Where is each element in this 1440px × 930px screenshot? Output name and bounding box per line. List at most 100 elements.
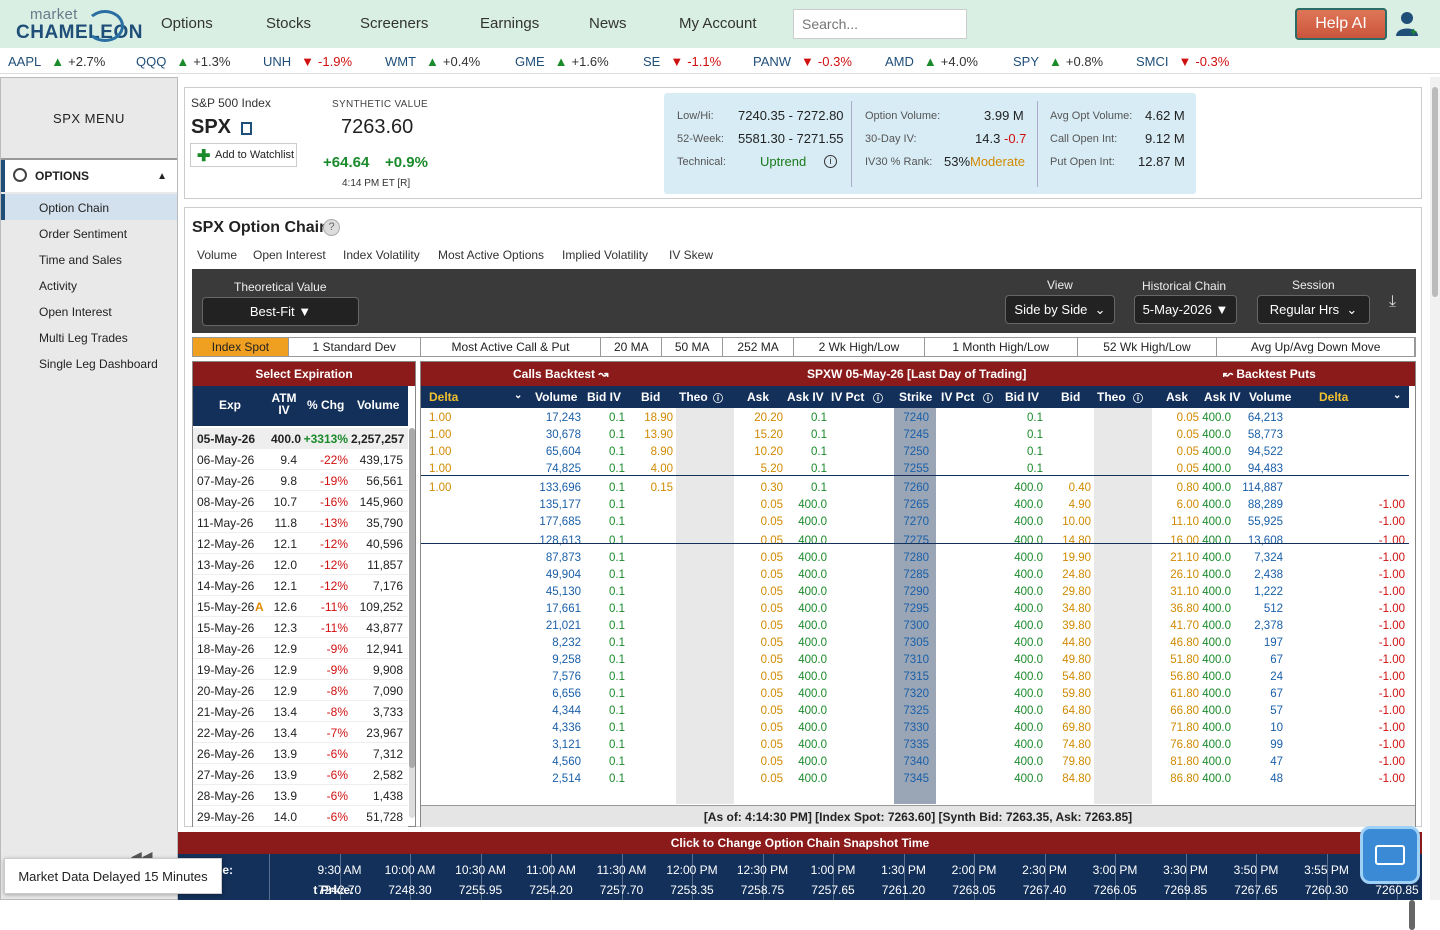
sidebar-item[interactable]: Order Sentiment [1, 220, 177, 246]
option-row[interactable]: 2,514 0.1 0.05 400.0 7345 400.0 84.80 86.80 400.… [421, 771, 1409, 788]
option-row[interactable]: 8,232 0.1 0.05 400.0 7305 400.0 44.80 46.80 400.… [421, 635, 1409, 652]
puts-backtest[interactable]: ↜ Backtest Puts [1223, 367, 1316, 381]
option-row[interactable]: 1.00 30,678 0.1 13.90 15.20 0.1 7245 0.1 0.05 400… [421, 427, 1409, 444]
option-row[interactable]: 87,873 0.1 0.05 400.0 7280 400.0 19.90 21.10 400… [421, 550, 1409, 567]
nav-screeners[interactable]: Screeners [360, 15, 428, 32]
sidebar-item[interactable]: Time and Sales [1, 246, 177, 272]
help-ai-button[interactable]: Help AI [1295, 8, 1387, 40]
col-header[interactable]: Bid IV [587, 390, 621, 404]
strike[interactable]: 7280 [899, 552, 929, 564]
ticker-item[interactable]: WMT ▲ +0.4% [385, 54, 480, 69]
ticker-item[interactable]: UNH ▼ -1.9% [263, 54, 352, 69]
snapshot-time[interactable]: 12:30 PM 7258.75 [693, 854, 788, 900]
nav-news[interactable]: News [589, 15, 627, 32]
view-select[interactable]: Side by Side ⌄ [1005, 295, 1115, 324]
overlay-option[interactable]: 20 MA [601, 338, 663, 356]
col-header[interactable]: Delta [1319, 390, 1348, 404]
col-header[interactable]: Volume [535, 390, 577, 404]
option-row[interactable]: 1.00 17,243 0.1 18.90 20.20 0.1 7240 0.1 0.05 400… [421, 410, 1409, 427]
collapse-up-icon[interactable]: ▲ [157, 171, 167, 182]
expiration-row[interactable]: 19-May-26 12.9 -9% 9,908 [193, 659, 408, 680]
add-to-watchlist-button[interactable]: ✚ Add to Watchlist [190, 143, 297, 167]
strike[interactable]: 7270 [899, 516, 929, 528]
strike[interactable]: 7240 [899, 412, 929, 424]
ticker-symbol[interactable]: SE [643, 54, 660, 69]
strike[interactable]: 7260 [899, 482, 929, 494]
col-header[interactable]: Bid [641, 390, 660, 404]
col-header[interactable]: Ask IV [787, 390, 824, 404]
expiration-row[interactable]: 07-May-26 9.8 -19% 56,561 [193, 470, 408, 491]
nav-my-account[interactable]: My Account [679, 15, 757, 32]
snapshot-time[interactable]: 3:30 PM 7269.85 [1116, 854, 1208, 900]
snapshot-time[interactable]: 3:50 PM 7267.65 [1187, 854, 1278, 900]
logo[interactable]: market CHAMELEON [16, 6, 142, 43]
sidebar-item[interactable]: Open Interest [1, 298, 177, 324]
chain-subtab[interactable]: Open Interest [253, 248, 326, 262]
col-header[interactable]: ATM IV [269, 392, 299, 416]
overlay-option[interactable]: Avg Up/Avg Down Move [1217, 338, 1415, 356]
strike[interactable]: 7345 [899, 773, 929, 785]
sidebar-section-options[interactable]: OPTIONS ▲ [1, 160, 177, 192]
strike[interactable]: 7330 [899, 722, 929, 734]
strike[interactable]: 7315 [899, 671, 929, 683]
expiration-row[interactable]: 26-May-26 13.9 -6% 7,312 [193, 743, 408, 764]
contact-button[interactable] [1360, 826, 1420, 884]
strike[interactable]: 7300 [899, 620, 929, 632]
ticker-item[interactable]: SMCI ▼ -0.3% [1136, 54, 1229, 69]
expiration-row[interactable]: 12-May-26 12.1 -12% 40,596 [193, 533, 408, 554]
col-header[interactable]: IV Pct [941, 390, 974, 404]
col-header[interactable]: Ask [1166, 390, 1188, 404]
nav-stocks[interactable]: Stocks [266, 15, 311, 32]
expiration-row[interactable]: 15-May-26 12.3 -11% 43,877 [193, 617, 408, 638]
page-scrollbar-thumb[interactable] [1432, 87, 1438, 297]
option-row[interactable]: 128,613 0.1 0.05 400.0 7275 400.0 14.80 16.00 40… [421, 533, 1409, 550]
expiration-row[interactable]: 06-May-26 9.4 -22% 439,175 [193, 449, 408, 470]
snapshot-time[interactable]: 1:30 PM 7261.20 [834, 854, 926, 900]
option-row[interactable]: 49,904 0.1 0.05 400.0 7285 400.0 24.80 26.10 400… [421, 567, 1409, 584]
expiration-row[interactable]: 21-May-26 13.4 -8% 3,733 [193, 701, 408, 722]
expiration-row[interactable]: 27-May-26 13.9 -6% 2,582 [193, 764, 408, 785]
options-scrollbar[interactable] [1409, 900, 1415, 930]
ticker-symbol[interactable]: WMT [385, 54, 416, 69]
expiration-row[interactable]: 20-May-26 12.9 -8% 7,090 [193, 680, 408, 701]
col-header[interactable]: Theo [679, 390, 708, 404]
snapshot-time[interactable]: 2:30 PM 7267.40 [975, 854, 1067, 900]
expiration-row[interactable]: 29-May-26 14.0 -6% 51,728 [193, 806, 408, 827]
hist-dropdown[interactable]: 5-May-2026 ▼ [1134, 295, 1237, 324]
strike[interactable]: 7265 [899, 499, 929, 511]
ticker-item[interactable]: AAPL ▲ +2.7% [8, 54, 105, 69]
strike[interactable]: 7310 [899, 654, 929, 666]
sidebar-item[interactable]: Activity [1, 272, 177, 298]
ticker-symbol[interactable]: SMCI [1136, 54, 1169, 69]
ticker-symbol[interactable]: AMD [885, 54, 914, 69]
snapshot-time[interactable]: 3:00 PM 7266.05 [1046, 854, 1137, 900]
snapshot-time[interactable]: 9:30 AM 7242.70 [270, 854, 362, 900]
ticker-symbol[interactable]: UNH [263, 54, 291, 69]
option-row[interactable]: 135,177 0.1 0.05 400.0 7265 400.0 4.90 6.00 400.… [421, 497, 1409, 514]
session-select[interactable]: Regular Hrs ⌄ [1257, 295, 1370, 324]
option-row[interactable]: 4,336 0.1 0.05 400.0 7330 400.0 69.80 71.80 400.… [421, 720, 1409, 737]
snapshot-time[interactable]: 12:00 PM 7253.35 [623, 854, 718, 900]
page-scrollbar[interactable] [1430, 77, 1440, 900]
chain-subtab[interactable]: IV Skew [669, 248, 713, 262]
option-row[interactable]: 45,130 0.1 0.05 400.0 7290 400.0 29.80 31.10 400… [421, 584, 1409, 601]
snapshot-time[interactable]: 1:00 PM 7257.65 [764, 854, 855, 900]
strike[interactable]: 7245 [899, 429, 929, 441]
nav-options[interactable]: Options [161, 15, 213, 32]
col-header-strike[interactable]: Strike [899, 390, 932, 404]
snapshot-time[interactable]: 10:00 AM 7248.30 [341, 854, 435, 900]
strike[interactable]: 7295 [899, 603, 929, 615]
ticker-symbol[interactable]: QQQ [136, 54, 166, 69]
expiration-row[interactable]: 15-May-26 A 12.6 -11% 109,252 [193, 596, 408, 617]
ticker-item[interactable]: PANW ▼ -0.3% [753, 54, 852, 69]
col-header[interactable]: Bid IV [1005, 390, 1039, 404]
expiration-row[interactable]: 28-May-26 13.9 -6% 1,438 [193, 785, 408, 806]
expiration-row[interactable]: 13-May-26 12.0 -12% 11,857 [193, 554, 408, 575]
ticker-symbol[interactable]: GME [515, 54, 545, 69]
strike[interactable]: 7275 [899, 535, 929, 547]
option-row[interactable]: 1.00 133,696 0.1 0.15 0.30 0.1 7260 400.0 0.40 0.… [421, 480, 1409, 497]
overlay-option[interactable]: 252 MA [723, 338, 795, 356]
ticker-item[interactable]: SE ▼ -1.1% [643, 54, 721, 69]
download-icon[interactable]: ⤓ [1389, 293, 1407, 311]
snapshot-time[interactable]: 3:55 PM 7260.30 [1257, 854, 1349, 900]
